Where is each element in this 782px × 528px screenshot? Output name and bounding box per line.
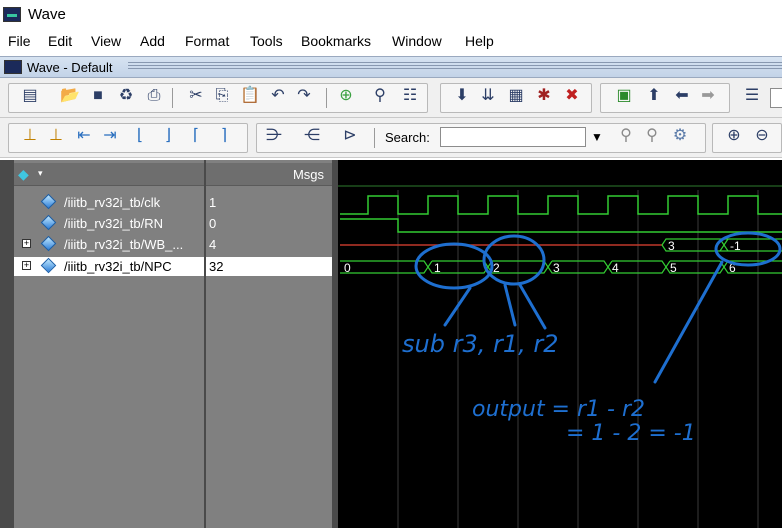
- annotation-strokes: [414, 231, 782, 384]
- npc-label: 1: [434, 261, 441, 275]
- waveform-canvas: 3 -1 0 1 2 3 4 5 6 sub r3, r1, r2 output…: [338, 185, 782, 528]
- npc-label: 0: [344, 261, 351, 275]
- npc-label: 2: [493, 261, 500, 275]
- wb-label: -1: [730, 239, 741, 253]
- wb-label: 3: [668, 239, 675, 253]
- rn-waveform: [340, 218, 782, 233]
- npc-label: 5: [670, 261, 677, 275]
- time-grid: [397, 190, 759, 528]
- npc-label: 4: [612, 261, 619, 275]
- clk-waveform: [340, 195, 782, 215]
- annotation-result: = 1 - 2 = -1: [566, 421, 696, 446]
- annotation-output: output = r1 - r2: [472, 397, 645, 422]
- annotation-instruction: sub r3, r1, r2: [402, 330, 559, 358]
- npc-label: 3: [553, 261, 560, 275]
